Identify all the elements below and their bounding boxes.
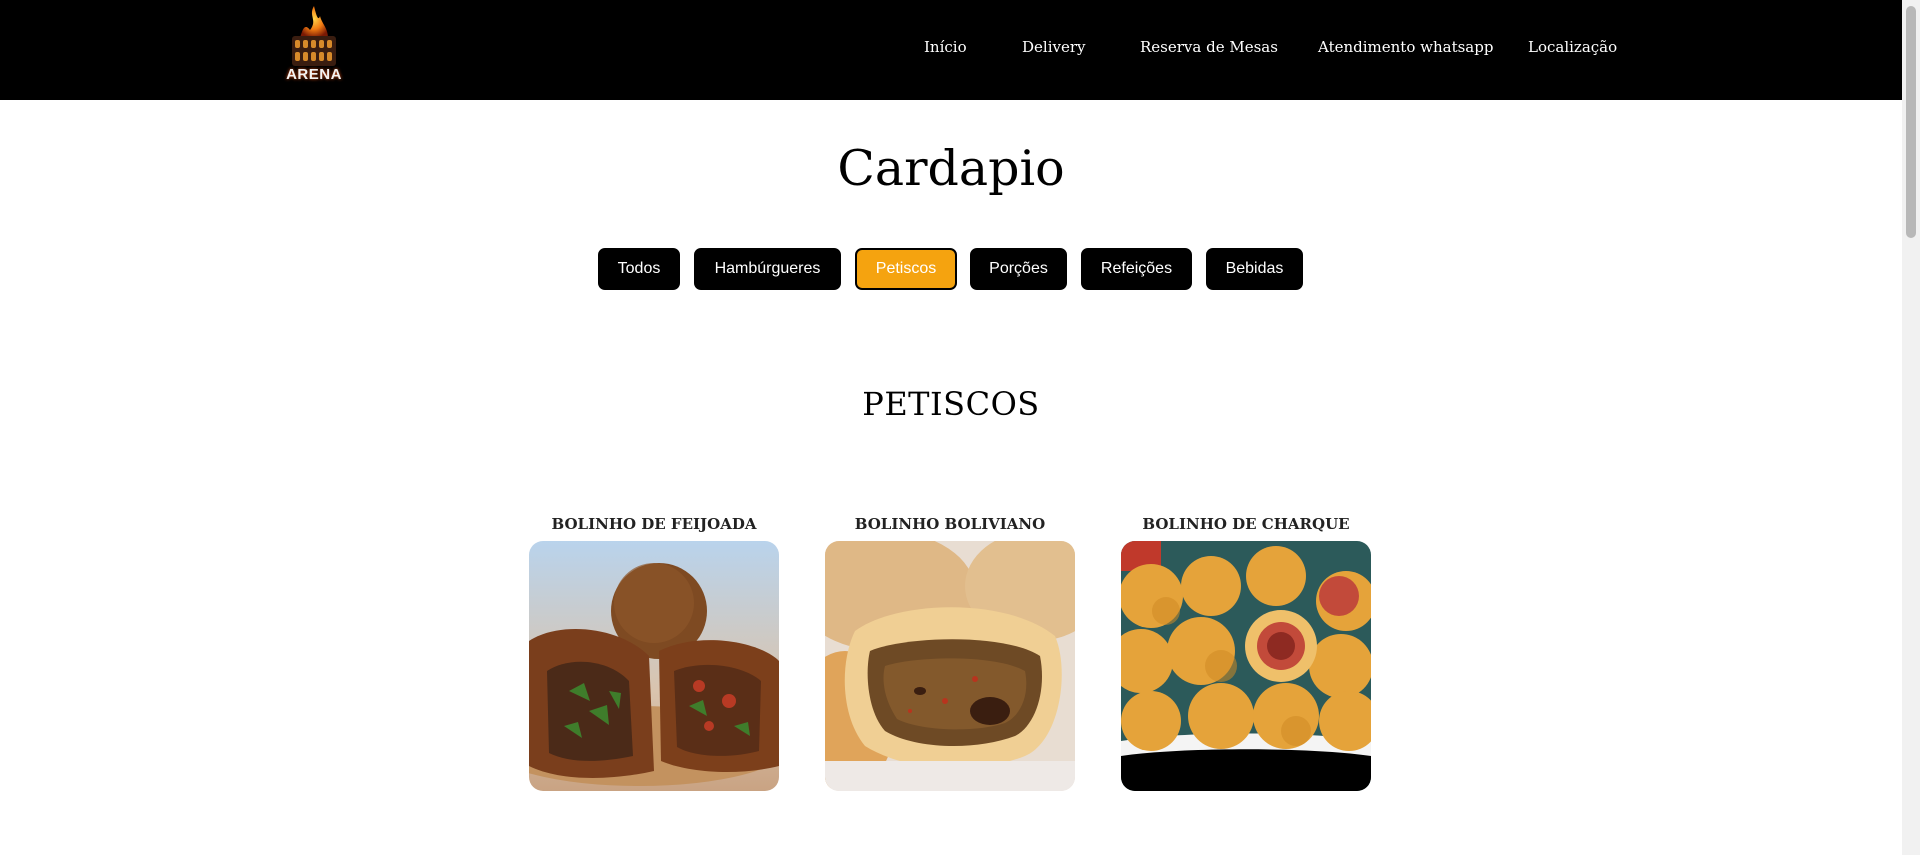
nav-localizacao[interactable]: Localização xyxy=(1528,38,1617,56)
bolinho-feijoada-photo xyxy=(529,541,779,791)
filter-todos[interactable]: Todos xyxy=(598,248,680,290)
bolinho-charque-photo xyxy=(1121,541,1371,791)
filter-refeicoes[interactable]: Refeições xyxy=(1081,248,1192,290)
menu-item-card[interactable]: BOLINHO DE FEIJOADA xyxy=(529,513,779,791)
page: ARENA Início Delivery Reserva de Mesas A… xyxy=(0,0,1902,855)
page-scrollbar[interactable] xyxy=(1902,0,1920,855)
menu-item-name: BOLINHO DE FEIJOADA xyxy=(551,515,757,533)
main-nav: Início Delivery Reserva de Mesas Atendim… xyxy=(0,38,1902,62)
nav-atendimento-whatsapp[interactable]: Atendimento whatsapp xyxy=(1318,38,1493,56)
menu-item-name: BOLINHO BOLIVIANO xyxy=(854,515,1046,533)
top-navbar: ARENA Início Delivery Reserva de Mesas A… xyxy=(0,0,1902,100)
nav-delivery[interactable]: Delivery xyxy=(1022,38,1086,56)
nav-inicio[interactable]: Início xyxy=(924,38,967,56)
bolinho-boliviano-photo xyxy=(825,541,1075,791)
filter-petiscos[interactable]: Petiscos xyxy=(855,248,957,290)
filter-porcoes[interactable]: Porções xyxy=(970,248,1067,290)
filter-bebidas[interactable]: Bebidas xyxy=(1206,248,1303,290)
logo-text: ARENA xyxy=(286,66,342,83)
page-title: Cardapio xyxy=(837,140,1065,197)
nav-reserva-de-mesas[interactable]: Reserva de Mesas xyxy=(1140,38,1278,56)
section-title: PETISCOS xyxy=(862,385,1040,423)
filter-hamburgueres[interactable]: Hambúrgueres xyxy=(694,248,841,290)
menu-item-card[interactable]: BOLINHO BOLIVIANO xyxy=(825,513,1075,791)
scrollbar-thumb[interactable] xyxy=(1906,6,1916,238)
menu-item-name: BOLINHO DE CHARQUE xyxy=(1142,515,1350,533)
menu-item-card[interactable]: BOLINHO DE CHARQUE xyxy=(1121,513,1371,791)
